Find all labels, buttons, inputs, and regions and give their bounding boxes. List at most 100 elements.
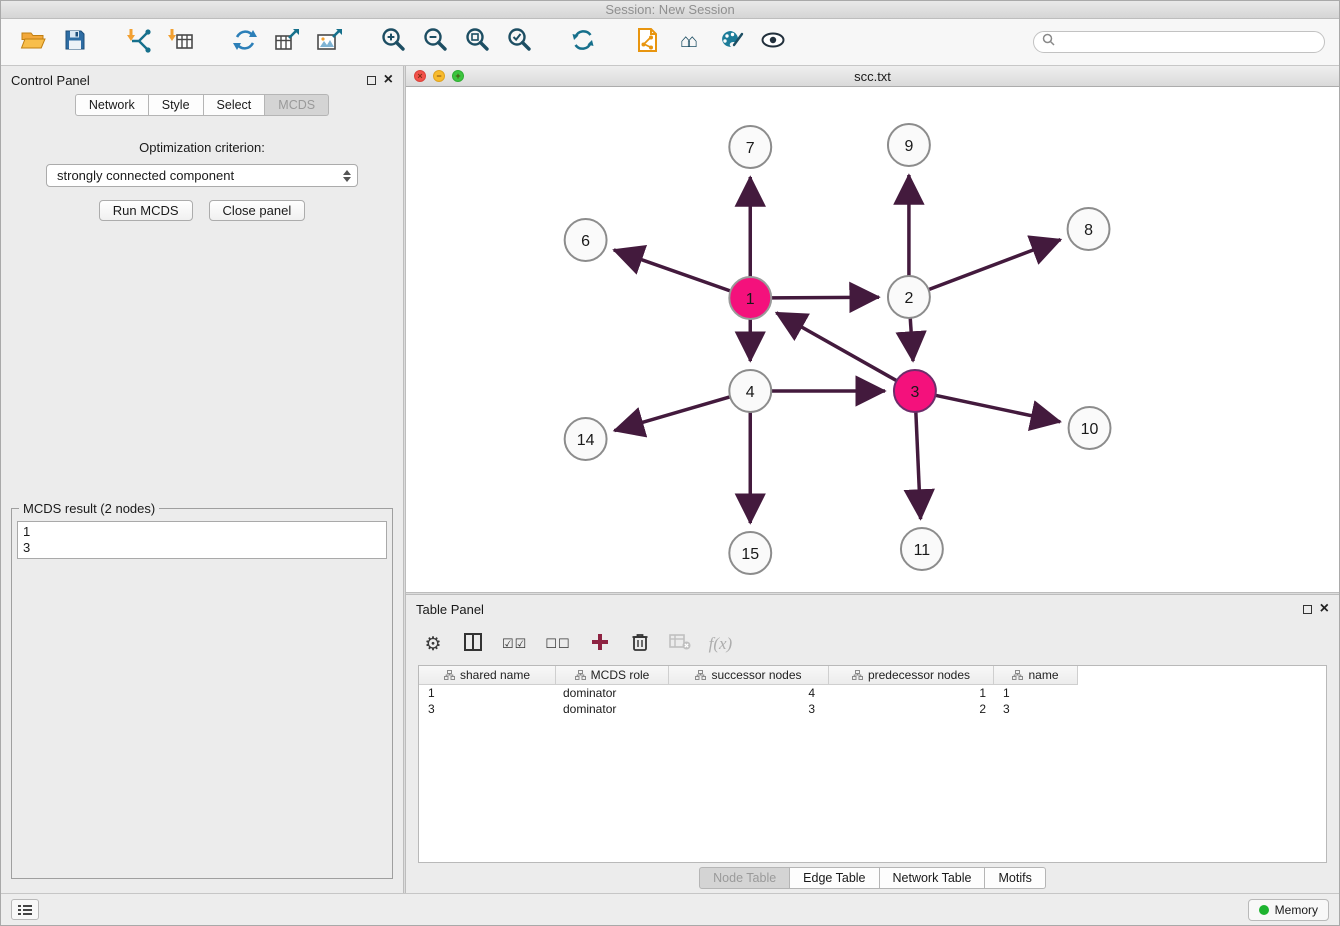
cell-shared-name[interactable]: 3 <box>419 701 556 717</box>
column-header-successor-nodes[interactable]: successor nodes <box>669 666 829 685</box>
tab-style[interactable]: Style <box>149 94 204 116</box>
graph-node-1[interactable]: 1 <box>729 277 771 319</box>
plus-icon <box>591 633 609 656</box>
add-column-button[interactable] <box>589 632 611 656</box>
graph-node-9[interactable]: 9 <box>888 124 930 166</box>
float-table-panel-icon[interactable] <box>1303 605 1312 614</box>
graph-node-8[interactable]: 8 <box>1068 208 1110 250</box>
window-close-icon[interactable]: × <box>414 70 426 82</box>
import-table-button[interactable] <box>163 24 199 60</box>
cell-successor-nodes[interactable]: 3 <box>669 701 829 717</box>
graph-node-14[interactable]: 14 <box>565 418 607 460</box>
new-network-button[interactable] <box>629 24 665 60</box>
select-all-columns-button[interactable]: ☑☑ <box>502 632 527 656</box>
cell-successor-nodes[interactable]: 4 <box>669 685 829 701</box>
first-neighbors-icon: ⌂⌂ <box>680 31 698 53</box>
search-input[interactable] <box>1060 35 1316 50</box>
graph-node-7[interactable]: 7 <box>729 126 771 168</box>
dropdown-selected-value: strongly connected component <box>57 168 234 183</box>
graph-node-15[interactable]: 15 <box>729 532 771 574</box>
tab-node-table[interactable]: Node Table <box>699 867 790 889</box>
column-header-shared-name[interactable]: shared name <box>419 666 556 685</box>
tab-select[interactable]: Select <box>204 94 266 116</box>
graph-edge-1-6[interactable] <box>614 250 731 291</box>
delete-column-button[interactable] <box>629 632 651 656</box>
graph-node-3[interactable]: 3 <box>894 370 936 412</box>
eye-icon <box>759 28 787 57</box>
delete-table-button[interactable] <box>669 632 691 656</box>
tab-motifs[interactable]: Motifs <box>985 867 1045 889</box>
column-header-mcds-role[interactable]: MCDS role <box>556 666 669 685</box>
export-network-button[interactable] <box>227 24 263 60</box>
graph-node-6[interactable]: 6 <box>565 219 607 261</box>
graph-node-11[interactable]: 11 <box>901 528 943 570</box>
cell-name[interactable]: 1 <box>994 685 1078 701</box>
mcds-result-list[interactable]: 1 3 <box>17 521 387 559</box>
refresh-view-button[interactable] <box>565 24 601 60</box>
zoom-selected-icon <box>506 26 533 58</box>
cell-predecessor-nodes[interactable]: 1 <box>829 685 994 701</box>
window-minimize-icon[interactable]: − <box>433 70 445 82</box>
close-panel-button[interactable]: Close panel <box>209 200 306 221</box>
graph-edge-4-14[interactable] <box>614 397 730 431</box>
zoom-fit-button[interactable] <box>459 24 495 60</box>
export-table-button[interactable] <box>269 24 305 60</box>
table-row[interactable]: 1 dominator 4 1 1 <box>419 685 1326 701</box>
style-brush-button[interactable] <box>713 24 749 60</box>
graph-edge-2-3[interactable] <box>910 318 913 361</box>
zoom-selected-button[interactable] <box>501 24 537 60</box>
tab-mcds[interactable]: MCDS <box>265 94 329 116</box>
float-panel-icon[interactable] <box>367 76 376 85</box>
open-session-button[interactable] <box>15 24 51 60</box>
graph-node-label: 7 <box>746 140 755 157</box>
cell-shared-name[interactable]: 1 <box>419 685 556 701</box>
deselect-all-columns-button[interactable]: ☐☐ <box>545 632 570 656</box>
tab-network-table[interactable]: Network Table <box>880 867 986 889</box>
column-type-icon <box>852 670 863 680</box>
column-header-predecessor-nodes[interactable]: predecessor nodes <box>829 666 994 685</box>
close-panel-icon[interactable]: × <box>384 74 393 86</box>
graph-edge-2-8[interactable] <box>929 240 1061 290</box>
graph-edge-3-10[interactable] <box>935 395 1060 421</box>
toolbar-search[interactable] <box>1033 31 1325 53</box>
function-builder-button[interactable]: f(x) <box>709 632 733 656</box>
zoom-in-button[interactable] <box>375 24 411 60</box>
tab-edge-table[interactable]: Edge Table <box>790 867 879 889</box>
graph-node-label: 2 <box>904 290 913 307</box>
cell-predecessor-nodes[interactable]: 2 <box>829 701 994 717</box>
task-history-button[interactable] <box>11 899 39 920</box>
main-toolbar: ⌂⌂ <box>1 19 1339 66</box>
graph-edge-3-11[interactable] <box>916 412 921 519</box>
new-network-document-icon <box>634 26 660 59</box>
cell-mcds-role[interactable]: dominator <box>556 685 669 701</box>
cell-name[interactable]: 3 <box>994 701 1078 717</box>
mcds-result-title: MCDS result (2 nodes) <box>19 501 159 516</box>
zoom-out-button[interactable] <box>417 24 453 60</box>
network-canvas[interactable]: 7 9 6 8 1 2 4 3 14 10 15 11 <box>406 87 1339 592</box>
column-header-name[interactable]: name <box>994 666 1078 685</box>
show-graphics-details-button[interactable] <box>755 24 791 60</box>
tab-network[interactable]: Network <box>75 94 149 116</box>
graph-node-label: 15 <box>741 546 759 563</box>
close-table-panel-icon[interactable]: × <box>1320 603 1329 615</box>
run-mcds-button[interactable]: Run MCDS <box>99 200 193 221</box>
save-session-button[interactable] <box>57 24 93 60</box>
cell-mcds-role[interactable]: dominator <box>556 701 669 717</box>
graph-edge-3-1[interactable] <box>776 313 896 381</box>
export-image-button[interactable] <box>311 24 347 60</box>
window-maximize-icon[interactable]: + <box>452 70 464 82</box>
graph-edge-1-2[interactable] <box>771 297 879 298</box>
import-network-button[interactable] <box>121 24 157 60</box>
optimization-criterion-select[interactable]: strongly connected component <box>46 164 358 187</box>
table-settings-button[interactable]: ⚙ <box>422 632 444 656</box>
columns-icon <box>463 632 483 657</box>
mcds-result-item: 1 <box>23 524 381 540</box>
memory-button[interactable]: Memory <box>1248 899 1329 921</box>
graph-node-4[interactable]: 4 <box>729 370 771 412</box>
graph-node-2[interactable]: 2 <box>888 276 930 318</box>
first-neighbors-button[interactable]: ⌂⌂ <box>671 24 707 60</box>
graph-node-10[interactable]: 10 <box>1069 407 1111 449</box>
table-row[interactable]: 3 dominator 3 2 3 <box>419 701 1326 717</box>
show-columns-button[interactable] <box>462 632 484 656</box>
column-type-icon <box>444 670 455 680</box>
